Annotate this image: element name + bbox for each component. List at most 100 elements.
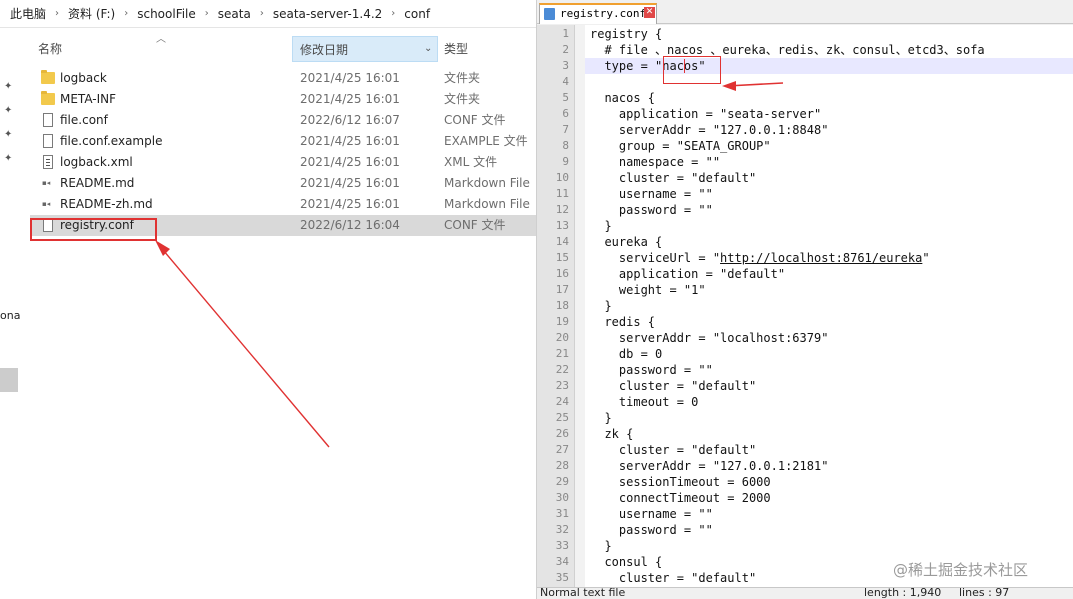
- tab-bar: registry.conf ✕: [537, 0, 1073, 24]
- code-line[interactable]: nacos {: [590, 90, 655, 106]
- code-line[interactable]: }: [590, 410, 611, 426]
- file-date: 2021/4/25 16:01: [300, 155, 400, 169]
- chevron-down-icon[interactable]: ⌄: [424, 36, 432, 62]
- file-type: CONF 文件: [444, 113, 506, 127]
- code-line[interactable]: cluster = "default": [590, 570, 756, 586]
- code-line[interactable]: serverAddr = "127.0.0.1:2181": [590, 458, 829, 474]
- code-line[interactable]: application = "default": [590, 266, 785, 282]
- file-row[interactable]: file.conf.example 2021/4/25 16:01 EXAMPLE …: [30, 131, 536, 152]
- breadcrumb-item[interactable]: seata: [216, 7, 253, 21]
- nav-selected-item[interactable]: [0, 368, 18, 392]
- breadcrumb-separator-icon[interactable]: ›: [48, 8, 66, 19]
- code-line[interactable]: password = "": [590, 202, 713, 218]
- line-number: 14: [555, 235, 569, 248]
- line-number: 12: [555, 203, 569, 216]
- fold-margin[interactable]: [575, 25, 585, 587]
- line-number-gutter: 1 2 3 4 5 6 7 8 9 10 11 12 13 14 15 16 17 18 19 20 21 22 23 24 2…: [537, 25, 575, 587]
- line-number: 18: [555, 299, 569, 312]
- file-type: Markdown File: [444, 176, 530, 190]
- code-line[interactable]: }: [590, 218, 611, 234]
- status-lines: lines : 97: [959, 586, 1010, 599]
- code-line[interactable]: timeout = 0: [590, 394, 698, 410]
- column-header-type[interactable]: 类型: [444, 36, 468, 62]
- code-line[interactable]: sessionTimeout = 6000: [590, 474, 771, 490]
- pin-icon[interactable]: ✦: [4, 106, 14, 116]
- breadcrumb-separator-icon[interactable]: ›: [384, 8, 402, 19]
- pin-icon[interactable]: ✦: [4, 154, 14, 164]
- code-editor[interactable]: 1 2 3 4 5 6 7 8 9 10 11 12 13 14 15 16 17 18 19 20 21 22 23 24 2…: [537, 25, 1073, 587]
- code-line[interactable]: application = "seata-server": [590, 106, 821, 122]
- line-number: 34: [555, 555, 569, 568]
- code-line[interactable]: username = "": [590, 506, 713, 522]
- nav-item-label[interactable]: ona: [0, 309, 20, 322]
- line-number: 1: [562, 27, 569, 40]
- code-line[interactable]: group = "SEATA_GROUP": [590, 138, 771, 154]
- code-line[interactable]: # file 、nacos 、eureka、redis、zk、consul、et…: [590, 42, 984, 58]
- line-number: 7: [562, 123, 569, 136]
- line-number: 28: [555, 459, 569, 472]
- code-line[interactable]: cluster = "default": [590, 170, 756, 186]
- line-number: 16: [555, 267, 569, 280]
- code-line[interactable]: connectTimeout = 2000: [590, 490, 771, 506]
- code-line[interactable]: cluster = "default": [590, 378, 756, 394]
- breadcrumb: 此电脑 › 资料 (F:) › schoolFile › seata › seata-serve…: [0, 0, 536, 28]
- breadcrumb-item[interactable]: seata-server-1.4.2: [271, 7, 384, 21]
- code-line[interactable]: serverAddr = "127.0.0.1:8848": [590, 122, 829, 138]
- code-line[interactable]: username = "": [590, 186, 713, 202]
- breadcrumb-separator-icon[interactable]: ›: [253, 8, 271, 19]
- code-line[interactable]: db = 0: [590, 346, 662, 362]
- annotation-highlight-box: [663, 56, 721, 84]
- file-date: 2021/4/25 16:01: [300, 176, 400, 190]
- code-line[interactable]: redis {: [590, 314, 655, 330]
- sort-ascending-icon: ︿: [156, 34, 166, 45]
- column-header-name[interactable]: 名称: [38, 36, 62, 62]
- code-line[interactable]: password = "": [590, 522, 713, 538]
- close-icon[interactable]: ✕: [644, 7, 655, 18]
- column-header-date[interactable]: 修改日期: [292, 36, 438, 62]
- file-row[interactable]: ▪◂ README.md 2021/4/25 16:01 Markdown File: [30, 173, 536, 194]
- url-link[interactable]: http://localhost:8761/eureka: [720, 251, 922, 265]
- line-number: 2: [562, 43, 569, 56]
- line-number: 8: [562, 139, 569, 152]
- code-line[interactable]: registry {: [590, 26, 662, 42]
- file-name: META-INF: [60, 92, 117, 106]
- breadcrumb-item[interactable]: conf: [402, 7, 432, 21]
- code-line[interactable]: cluster = "default": [590, 442, 756, 458]
- code-line[interactable]: namespace = "": [590, 154, 720, 170]
- breadcrumb-separator-icon[interactable]: ›: [198, 8, 216, 19]
- pin-icon[interactable]: ✦: [4, 82, 14, 92]
- breadcrumb-item[interactable]: schoolFile: [135, 7, 198, 21]
- line-number: 19: [555, 315, 569, 328]
- code-line[interactable]: consul {: [590, 554, 662, 570]
- file-name: logback: [60, 71, 107, 85]
- code-line[interactable]: weight = "1": [590, 282, 706, 298]
- file-row[interactable]: META-INF 2021/4/25 16:01 文件夹: [30, 89, 536, 110]
- code-line[interactable]: serviceUrl = "http://localhost:8761/eure…: [590, 250, 930, 266]
- code-line[interactable]: zk {: [590, 426, 633, 442]
- markdown-icon: ▪◂: [42, 200, 51, 208]
- file-name: README.md: [60, 176, 135, 190]
- code-line[interactable]: eureka {: [590, 234, 662, 250]
- status-bar: Normal text file length : 1,940 lines : …: [537, 586, 1073, 599]
- line-number: 26: [555, 427, 569, 440]
- status-file-type: Normal text file: [540, 586, 626, 599]
- file-row[interactable]: ▪◂ README-zh.md 2021/4/25 16:01 Markdown Fi…: [30, 194, 536, 215]
- code-line[interactable]: }: [590, 298, 611, 314]
- code-line[interactable]: serverAddr = "localhost:6379": [590, 330, 829, 346]
- code-line[interactable]: }: [590, 538, 611, 554]
- file-row[interactable]: logback.xml 2021/4/25 16:01 XML 文件: [30, 152, 536, 173]
- file-date: 2021/4/25 16:01: [300, 134, 400, 148]
- code-line[interactable]: password = "": [590, 362, 713, 378]
- folder-icon: [41, 70, 55, 84]
- file-row[interactable]: logback 2021/4/25 16:01 文件夹: [30, 68, 536, 89]
- line-number: 5: [562, 91, 569, 104]
- line-number: 21: [555, 347, 569, 360]
- file-icon: [43, 113, 53, 127]
- breadcrumb-item[interactable]: 资料 (F:): [66, 5, 117, 22]
- file-row[interactable]: file.conf 2022/6/12 16:07 CONF 文件: [30, 110, 536, 131]
- breadcrumb-separator-icon[interactable]: ›: [117, 8, 135, 19]
- breadcrumb-item[interactable]: 此电脑: [8, 5, 48, 22]
- line-number: 23: [555, 379, 569, 392]
- pin-icon[interactable]: ✦: [4, 130, 14, 140]
- tab-registry-conf[interactable]: registry.conf ✕: [539, 3, 657, 24]
